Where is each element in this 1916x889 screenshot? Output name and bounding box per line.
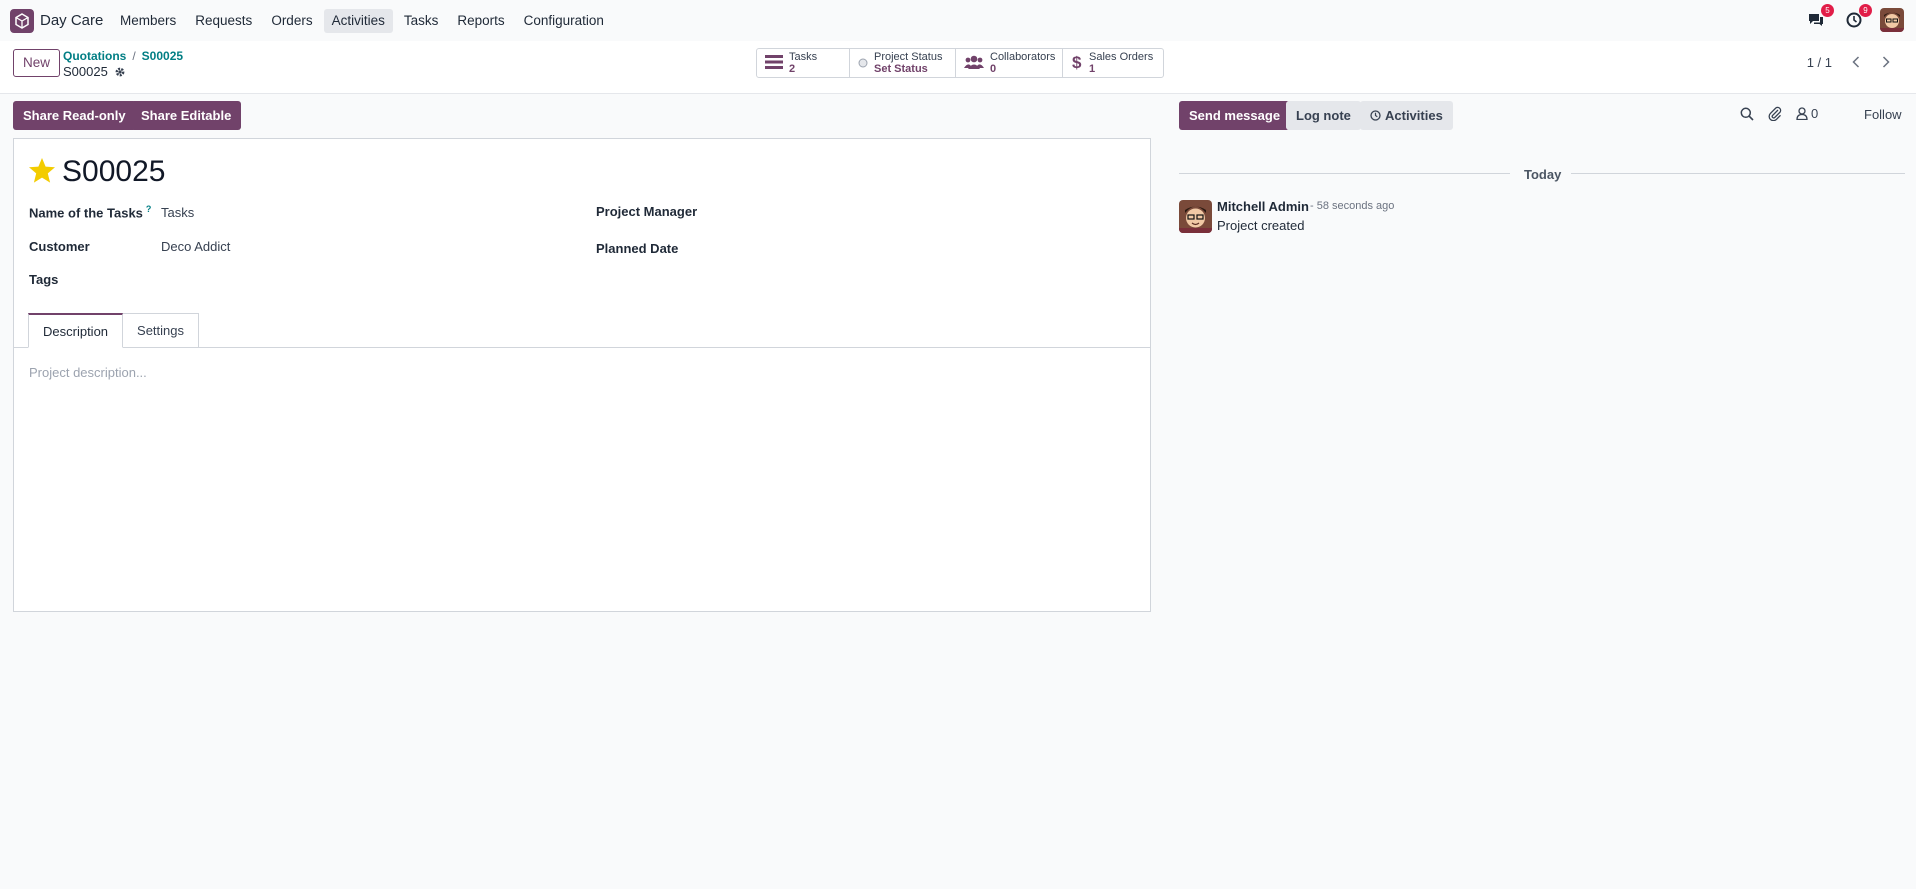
main-menu: Members Requests Orders Activities Tasks… [112,9,615,33]
tab-settings[interactable]: Settings [123,313,200,348]
chevron-left-icon[interactable] [1842,51,1870,73]
collaborators-stat-value: 0 [990,63,997,75]
tasks-list-icon [765,54,783,73]
today-divider-left [1179,173,1510,174]
control-panel: New Quotations / S00025 S00025 Tasks 2 Proj… [0,41,1916,94]
smart-buttons: Tasks 2 Project Status Set Status Collabor… [756,48,1164,78]
users-icon [964,54,984,73]
record-title[interactable]: S00025 [62,155,165,189]
customer-label: Customer [29,239,90,254]
description-editor[interactable]: Project description... [29,365,147,380]
tasks-stat-label: Tasks [789,51,818,63]
help-tooltip-icon[interactable]: ? [146,204,152,214]
user-icon [1796,107,1808,120]
today-label: Today [1524,167,1562,182]
status-circle-icon [858,56,868,71]
dollar-icon: $ [1071,53,1083,74]
activities-button-label: Activities [1385,108,1443,123]
activities-badge: 9 [1859,4,1872,17]
status-stat-value: Set Status [874,63,928,75]
menu-requests[interactable]: Requests [187,9,260,33]
sales-stat-label: Sales Orders [1089,51,1154,63]
menu-reports[interactable]: Reports [449,9,512,33]
tasks-stat-value: 2 [789,63,796,75]
tab-description[interactable]: Description [28,313,124,348]
gear-icon[interactable] [114,66,126,78]
messages-badge: 5 [1821,4,1834,17]
tags-field[interactable] [161,270,561,290]
message-time: - 58 seconds ago [1310,200,1395,212]
record-name-row: S00025 [63,64,126,79]
app-name[interactable]: Day Care [40,12,103,29]
follow-button[interactable]: Follow [1864,107,1902,122]
systray: 5 9 [1790,4,1904,32]
activities-clock-icon[interactable]: 9 [1842,4,1872,32]
chevron-right-icon[interactable] [1872,51,1900,73]
pager: 1 / 1 [1807,51,1900,73]
followers-count: 0 [1811,106,1819,121]
menu-activities[interactable]: Activities [323,9,393,33]
breadcrumb-quotations[interactable]: Quotations [63,49,126,63]
menu-configuration[interactable]: Configuration [516,9,612,33]
menu-orders[interactable]: Orders [263,9,320,33]
tasks-name-label: Name of the Tasks? [29,204,151,220]
app-cube-icon[interactable] [10,9,34,33]
favorite-star-icon[interactable] [28,157,56,187]
sales-orders-smart-button[interactable]: $ Sales Orders 1 [1063,49,1163,77]
breadcrumb-record[interactable]: S00025 [142,49,183,63]
record-name: S00025 [63,64,108,79]
menu-tasks[interactable]: Tasks [396,9,447,33]
share-readonly-button[interactable]: Share Read-only [13,101,136,130]
tasks-smart-button[interactable]: Tasks 2 [757,49,850,77]
clock-icon [1370,110,1381,121]
user-avatar[interactable] [1880,8,1904,32]
activities-button[interactable]: Activities [1360,101,1453,130]
breadcrumb: Quotations / S00025 [63,49,184,63]
title-row: S00025 [28,155,165,189]
menu-members[interactable]: Members [112,9,184,33]
today-divider-right [1571,173,1905,174]
log-note-button[interactable]: Log note [1286,101,1361,130]
top-navbar: Day Care Members Requests Orders Activit… [0,0,1916,41]
followers-button[interactable]: 0 [1796,106,1818,121]
tags-label: Tags [29,272,59,287]
form-sheet: S00025 Name of the Tasks? Tasks Customer… [13,138,1151,612]
pager-value[interactable]: 1 / 1 [1807,55,1832,70]
message-author-avatar[interactable] [1179,200,1212,233]
svg-text:$: $ [1072,53,1082,71]
planned-date-field[interactable] [728,239,1128,259]
sales-stat-value: 1 [1089,63,1096,75]
new-button[interactable]: New [13,49,61,77]
paperclip-icon[interactable] [1768,106,1782,121]
collaborators-smart-button[interactable]: Collaborators 0 [956,49,1063,77]
collaborators-stat-label: Collaborators [990,51,1056,63]
status-stat-label: Project Status [874,51,943,63]
search-icon[interactable] [1740,107,1754,121]
project-manager-field[interactable] [728,201,1128,221]
customer-field[interactable]: Deco Addict [161,239,230,254]
messages-icon[interactable]: 5 [1804,4,1834,32]
project-status-button[interactable]: Project Status Set Status [850,49,956,77]
tasks-name-field[interactable]: Tasks [161,205,194,220]
message-body: Project created [1217,218,1305,233]
message-author[interactable]: Mitchell Admin [1217,199,1309,214]
tasks-name-label-text: Name of the Tasks [29,205,143,221]
planned-date-label: Planned Date [596,241,679,256]
form-tabs: Description Settings [28,313,200,348]
send-message-button[interactable]: Send message [1179,101,1291,130]
project-manager-label: Project Manager [596,204,698,219]
share-editable-button[interactable]: Share Editable [131,101,242,130]
chatter-tools: 0 [1740,106,1832,121]
